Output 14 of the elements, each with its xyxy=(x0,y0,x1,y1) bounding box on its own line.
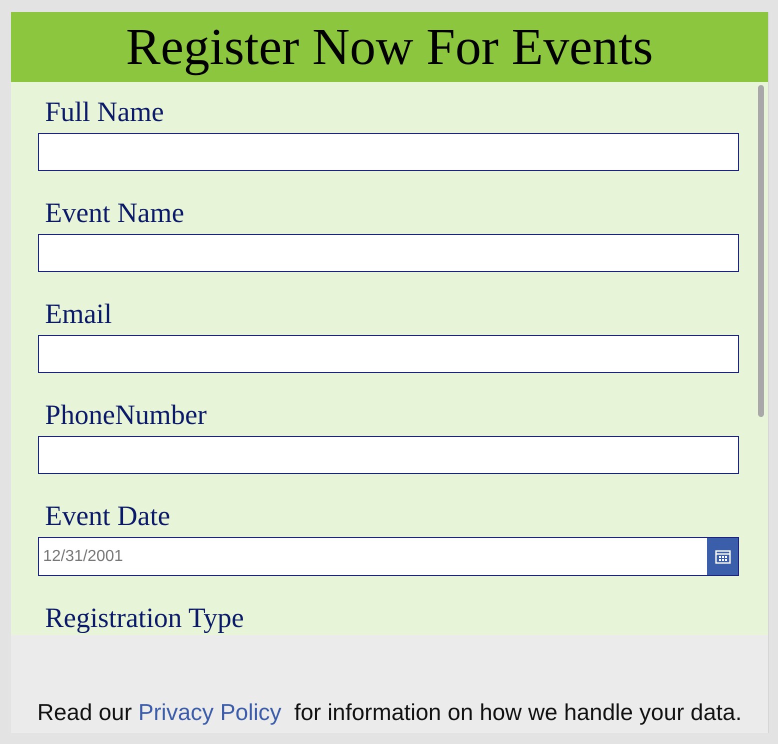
input-field[interactable] xyxy=(38,436,739,474)
field-label: Event Name xyxy=(44,197,186,231)
privacy-notice: Read our Privacy Policy for information on how we handle your data. xyxy=(37,699,742,726)
field-label: Email xyxy=(44,298,113,332)
scrollbar[interactable] xyxy=(758,85,764,417)
field-label: Full Name xyxy=(44,96,165,130)
field-label: Registration Type xyxy=(44,602,245,635)
input-field[interactable] xyxy=(38,335,739,373)
page-title: Register Now For Events xyxy=(126,18,654,76)
input-field[interactable] xyxy=(38,234,739,272)
input-field[interactable] xyxy=(38,133,739,171)
privacy-policy-link[interactable]: Privacy Policy xyxy=(138,699,282,725)
field-label: PhoneNumber xyxy=(44,399,208,433)
field-label: Event Date xyxy=(44,500,172,534)
